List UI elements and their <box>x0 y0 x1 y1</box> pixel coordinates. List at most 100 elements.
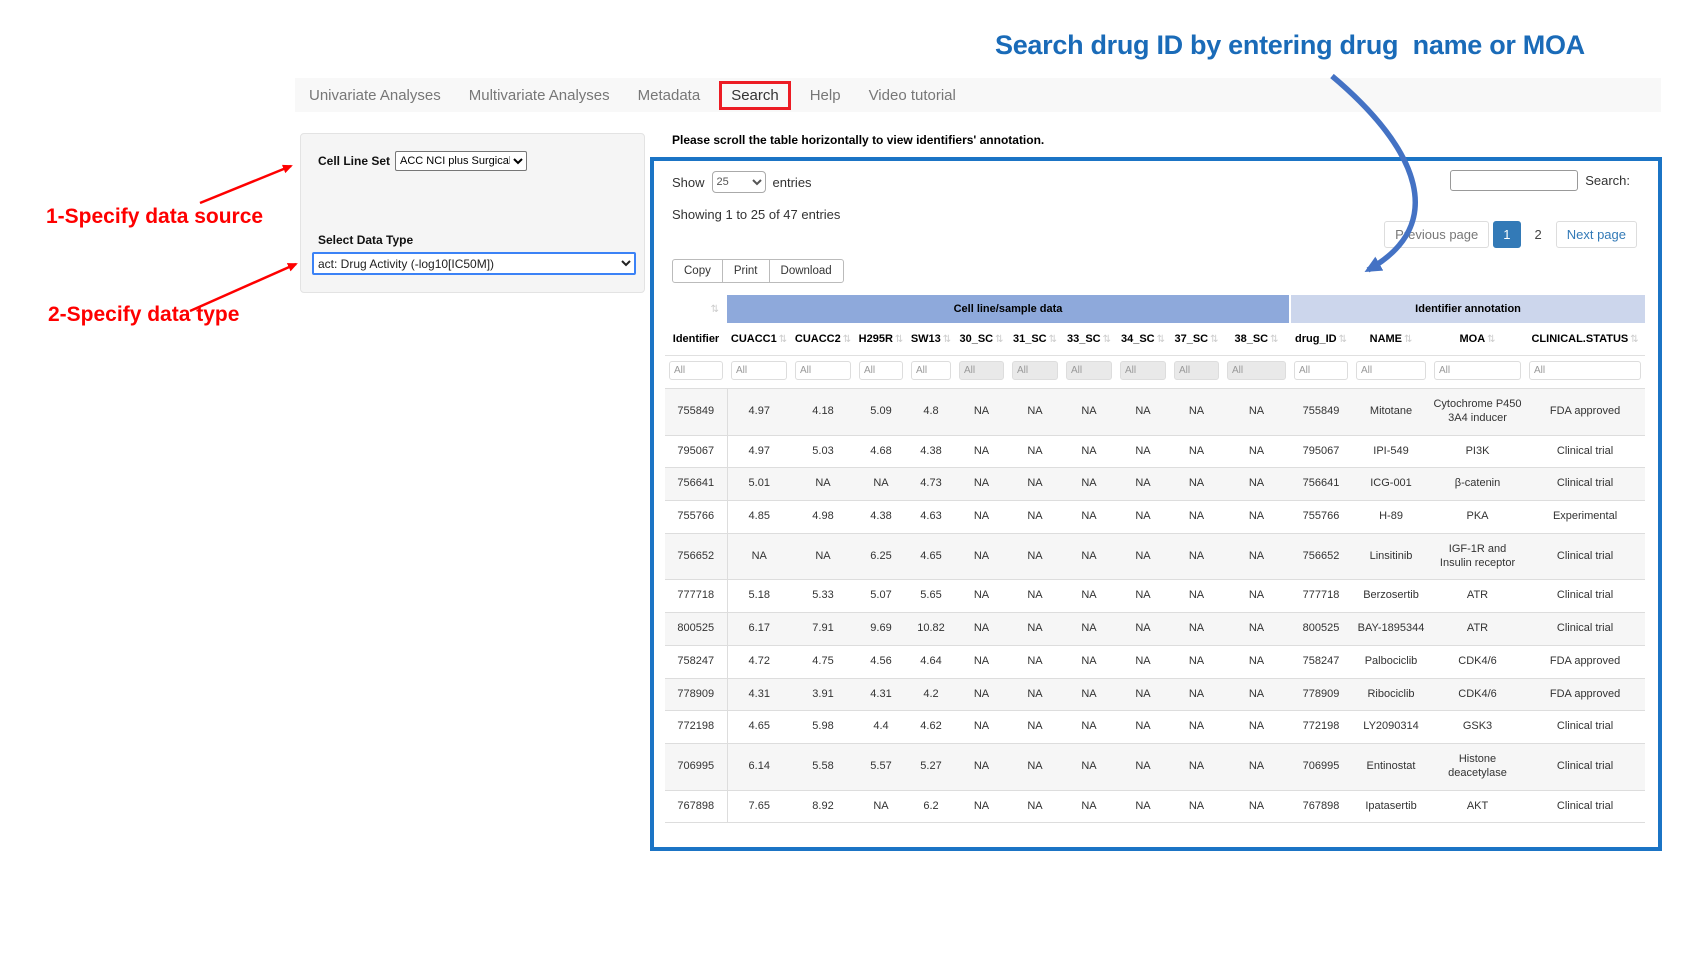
cell-34-sc: NA <box>1116 678 1170 711</box>
previous-page-button[interactable]: Previous page <box>1384 221 1489 248</box>
cell-line-set-select[interactable]: ACC NCI plus Surgical <box>395 151 527 171</box>
column-header-cuacc1[interactable]: CUACC1⇅ <box>727 323 791 356</box>
cell-cuacc1: 5.18 <box>727 580 791 613</box>
copy-button[interactable]: Copy <box>672 259 723 283</box>
page-length-select[interactable]: 25 <box>712 171 766 193</box>
cell-h295r: 4.68 <box>855 435 907 468</box>
show-entries-control: Show 25 entries <box>672 171 812 193</box>
column-label: MOA <box>1459 333 1485 345</box>
cell-identifier: 772198 <box>665 711 727 744</box>
cell-identifier: 777718 <box>665 580 727 613</box>
column-header-37-sc[interactable]: 37_SC⇅ <box>1170 323 1223 356</box>
group-header-identifier-annotation: Identifier annotation <box>1290 295 1645 323</box>
filter-input-34-sc[interactable] <box>1120 361 1166 380</box>
column-label: Identifier <box>673 333 719 345</box>
filter-cell <box>1525 356 1645 389</box>
cell-37-sc: NA <box>1170 790 1223 823</box>
column-header-name[interactable]: NAME⇅ <box>1352 323 1430 356</box>
pagination: Previous page12Next page <box>1384 221 1637 248</box>
cell-clinical-status: FDA approved <box>1525 678 1645 711</box>
nav-item-univariate-analyses[interactable]: Univariate Analyses <box>295 80 455 111</box>
cell-37-sc: NA <box>1170 533 1223 580</box>
filter-cell <box>665 356 727 389</box>
cell-38-sc: NA <box>1223 711 1290 744</box>
filter-input-name[interactable] <box>1356 361 1426 380</box>
search-input[interactable] <box>1450 170 1578 191</box>
column-header-38-sc[interactable]: 38_SC⇅ <box>1223 323 1290 356</box>
table-row: 7566415.01NANA4.73NANANANANANA756641ICG-… <box>665 468 1645 501</box>
cell-h295r: 4.56 <box>855 645 907 678</box>
cell-34-sc: NA <box>1116 501 1170 534</box>
download-button[interactable]: Download <box>769 259 844 283</box>
column-header-34-sc[interactable]: 34_SC⇅ <box>1116 323 1170 356</box>
cell-h295r: 6.25 <box>855 533 907 580</box>
cell-38-sc: NA <box>1223 744 1290 791</box>
column-header-sw13[interactable]: SW13⇅ <box>907 323 955 356</box>
data-type-select[interactable]: act: Drug Activity (-log10[IC50M]) <box>312 252 636 275</box>
cell-name: Ribociclib <box>1352 678 1430 711</box>
filter-input-31-sc[interactable] <box>1012 361 1058 380</box>
nav-item-help[interactable]: Help <box>796 80 855 111</box>
nav-item-search[interactable]: Search <box>719 81 791 110</box>
filter-input-drug-id[interactable] <box>1294 361 1348 380</box>
table-row: 7950674.975.034.684.38NANANANANANA795067… <box>665 435 1645 468</box>
showing-entries-text: Showing 1 to 25 of 47 entries <box>672 207 840 222</box>
page-button-1[interactable]: 1 <box>1493 221 1520 248</box>
cell-sw13: 4.2 <box>907 678 955 711</box>
filter-input-30-sc[interactable] <box>959 361 1004 380</box>
column-header-clinical-status[interactable]: CLINICAL.STATUS⇅ <box>1525 323 1645 356</box>
column-label: NAME <box>1370 333 1402 345</box>
cell-name: LY2090314 <box>1352 711 1430 744</box>
cell-31-sc: NA <box>1008 468 1062 501</box>
cell-cuacc2: 3.91 <box>791 678 855 711</box>
cell-30-sc: NA <box>955 435 1008 468</box>
filter-cell <box>1352 356 1430 389</box>
filter-input-33-sc[interactable] <box>1066 361 1112 380</box>
annotation-step1: 1-Specify data source <box>46 205 263 229</box>
page-button-2[interactable]: 2 <box>1525 221 1552 248</box>
cell-identifier: 755849 <box>665 389 727 436</box>
print-button[interactable]: Print <box>722 259 770 283</box>
column-header-drug-id[interactable]: drug_ID⇅ <box>1290 323 1352 356</box>
filter-input-cuacc2[interactable] <box>795 361 851 380</box>
nav-item-metadata[interactable]: Metadata <box>624 80 715 111</box>
filter-input-moa[interactable] <box>1434 361 1521 380</box>
filter-input-clinical-status[interactable] <box>1529 361 1641 380</box>
cell-drug-id: 755766 <box>1290 501 1352 534</box>
column-header-cuacc2[interactable]: CUACC2⇅ <box>791 323 855 356</box>
filter-input-cuacc1[interactable] <box>731 361 787 380</box>
cell-sw13: 4.63 <box>907 501 955 534</box>
cell-31-sc: NA <box>1008 744 1062 791</box>
cell-identifier: 756641 <box>665 468 727 501</box>
cell-sw13: 5.27 <box>907 744 955 791</box>
filter-input-38-sc[interactable] <box>1227 361 1286 380</box>
cell-moa: GSK3 <box>1430 711 1525 744</box>
cell-31-sc: NA <box>1008 613 1062 646</box>
group-header-row: ⇅Cell line/sample dataIdentifier annotat… <box>665 295 1645 323</box>
column-header-identifier[interactable]: Identifier <box>665 323 727 356</box>
column-header-moa[interactable]: MOA⇅ <box>1430 323 1525 356</box>
column-label: CUACC1 <box>731 333 777 345</box>
column-header-30-sc[interactable]: 30_SC⇅ <box>955 323 1008 356</box>
cell-30-sc: NA <box>955 533 1008 580</box>
top-navbar: Univariate AnalysesMultivariate Analyses… <box>295 78 1661 112</box>
filter-input-identifier[interactable] <box>669 361 723 380</box>
sort-icon: ⇅ <box>1630 334 1638 345</box>
filter-input-sw13[interactable] <box>911 361 951 380</box>
column-label: drug_ID <box>1295 333 1337 345</box>
cell-sw13: 6.2 <box>907 790 955 823</box>
cell-38-sc: NA <box>1223 533 1290 580</box>
cell-line-set-row: Cell Line Set ACC NCI plus Surgical <box>318 151 527 171</box>
column-header-h295r[interactable]: H295R⇅ <box>855 323 907 356</box>
nav-item-video-tutorial[interactable]: Video tutorial <box>855 80 970 111</box>
column-label: 33_SC <box>1067 333 1101 345</box>
cell-name: Mitotane <box>1352 389 1430 436</box>
results-table-panel: Show 25 entries Search: Showing 1 to 25 … <box>650 157 1662 851</box>
filter-input-37-sc[interactable] <box>1174 361 1219 380</box>
nav-item-multivariate-analyses[interactable]: Multivariate Analyses <box>455 80 624 111</box>
scroll-hint-text: Please scroll the table horizontally to … <box>672 133 1044 147</box>
column-header-33-sc[interactable]: 33_SC⇅ <box>1062 323 1116 356</box>
next-page-button[interactable]: Next page <box>1556 221 1637 248</box>
filter-input-h295r[interactable] <box>859 361 903 380</box>
column-header-31-sc[interactable]: 31_SC⇅ <box>1008 323 1062 356</box>
